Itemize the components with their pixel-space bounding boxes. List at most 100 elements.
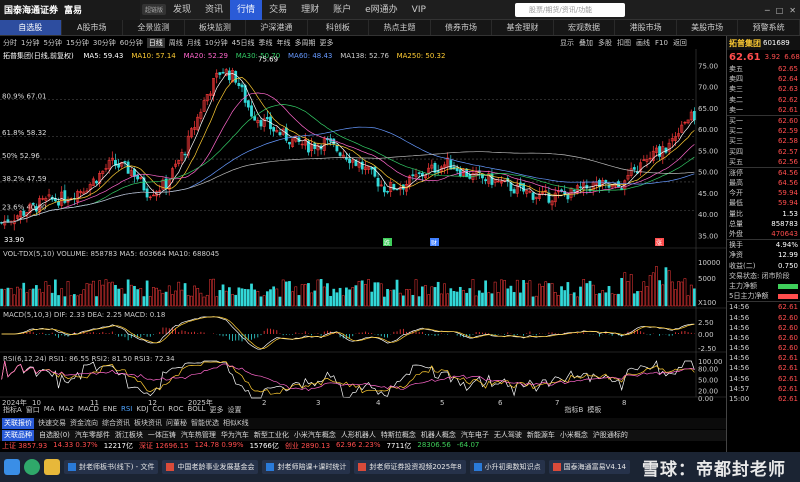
concept-item[interactable]: 小米概念 bbox=[560, 430, 588, 441]
edge-icon[interactable] bbox=[24, 459, 40, 475]
period-option[interactable]: 月线 bbox=[187, 38, 201, 48]
indicator-tab[interactable]: BOLL bbox=[188, 405, 206, 415]
indicator-tab[interactable]: ENE bbox=[103, 405, 117, 415]
bottom-tab[interactable]: 相似K线 bbox=[223, 418, 249, 429]
period-option[interactable]: 1分钟 bbox=[21, 38, 39, 48]
kline-chart[interactable]: 拓普集团(日线,前复权) MA5: 59.43 MA10: 57.14 MA20: 5… bbox=[0, 49, 726, 419]
market-tab[interactable]: 预警系统 bbox=[738, 20, 800, 35]
indicator-tab[interactable]: MACD bbox=[78, 405, 99, 415]
version-badge[interactable]: 超链版 bbox=[142, 4, 167, 15]
tool-button[interactable]: 显示 bbox=[560, 38, 574, 48]
concept-item[interactable]: 无人驾驶 bbox=[494, 430, 522, 441]
indicator-tab[interactable]: MA2 bbox=[59, 405, 74, 415]
concept-item[interactable]: 一体压铸 bbox=[148, 430, 176, 441]
search-input[interactable]: 股票/期货/资讯/功能 bbox=[515, 3, 625, 17]
market-tab[interactable]: 沪深港通 bbox=[246, 20, 308, 35]
period-option[interactable]: 季线 bbox=[259, 38, 273, 48]
concept-item[interactable]: 汽车电子 bbox=[461, 430, 489, 441]
taskbar-window[interactable]: 中国老龄事业发展基金会 bbox=[162, 460, 259, 474]
period-option[interactable]: 60分钟 bbox=[120, 38, 143, 48]
tool-button[interactable]: 叠加 bbox=[579, 38, 593, 48]
concept-item[interactable]: 关联品种 bbox=[2, 430, 34, 441]
bottom-tab[interactable]: 智能优选 bbox=[191, 418, 219, 429]
close-icon[interactable]: ✕ bbox=[789, 6, 796, 15]
minimize-icon[interactable]: ─ bbox=[765, 6, 770, 15]
concept-item[interactable]: 自选股(0) bbox=[39, 430, 70, 441]
bottom-tab[interactable]: 快速交易 bbox=[38, 418, 66, 429]
menu-item[interactable]: 资讯 bbox=[198, 0, 230, 20]
concept-item[interactable]: 沪股通标的 bbox=[593, 430, 628, 441]
maximize-icon[interactable]: □ bbox=[776, 6, 784, 15]
indicator-tab-right[interactable]: 模板 bbox=[587, 405, 601, 415]
period-option[interactable]: 周线 bbox=[169, 38, 183, 48]
indicator-tab[interactable]: ROC bbox=[168, 405, 183, 415]
ask-level-value: 62.65 bbox=[777, 65, 798, 73]
market-tab[interactable]: 港股市场 bbox=[615, 20, 677, 35]
tool-button[interactable]: 返回 bbox=[673, 38, 687, 48]
menu-item[interactable]: 发现 bbox=[166, 0, 198, 20]
period-option[interactable]: 分时 bbox=[3, 38, 17, 48]
indicator-tab[interactable]: CCI bbox=[152, 405, 164, 415]
market-tab[interactable]: 债券市场 bbox=[431, 20, 493, 35]
market-tab[interactable]: 板块监测 bbox=[185, 20, 247, 35]
taskbar-window[interactable]: 小升初奥数知识点 bbox=[469, 460, 545, 474]
market-tab[interactable]: A股市场 bbox=[62, 20, 124, 35]
menu-item[interactable]: 理财 bbox=[294, 0, 326, 20]
market-tab[interactable]: 美股市场 bbox=[677, 20, 739, 35]
concept-item[interactable]: 华为汽车 bbox=[221, 430, 249, 441]
market-tab[interactable]: 基金理财 bbox=[492, 20, 554, 35]
period-option[interactable]: 5分钟 bbox=[43, 38, 61, 48]
indicator-tab[interactable]: MA bbox=[44, 405, 55, 415]
indicator-tab[interactable]: 指标A bbox=[3, 405, 22, 415]
market-tab[interactable]: 科创板 bbox=[308, 20, 370, 35]
indicator-tab[interactable]: 更多 bbox=[210, 405, 224, 415]
indicator-tab[interactable]: KDJ bbox=[136, 405, 148, 415]
volume-bar bbox=[85, 283, 89, 307]
menu-item[interactable]: VIP bbox=[405, 0, 433, 20]
bottom-tab[interactable]: 资金流向 bbox=[70, 418, 98, 429]
period-option[interactable]: 30分钟 bbox=[93, 38, 116, 48]
bottom-tab[interactable]: 问董秘 bbox=[166, 418, 187, 429]
concept-item[interactable]: 特斯拉概念 bbox=[381, 430, 416, 441]
period-option[interactable]: 10分钟 bbox=[205, 38, 228, 48]
indicator-tab-right[interactable]: 指标B bbox=[565, 405, 584, 415]
concept-item[interactable]: 人形机器人 bbox=[341, 430, 376, 441]
market-tab[interactable]: 热点主题 bbox=[369, 20, 431, 35]
market-tab[interactable]: 全景监测 bbox=[123, 20, 185, 35]
taskbar-window[interactable]: 封老师证券投资视频2025年8 bbox=[354, 460, 466, 474]
period-option[interactable]: 多周期 bbox=[295, 38, 316, 48]
menu-item[interactable]: e网通办 bbox=[358, 0, 405, 20]
menu-item[interactable]: 账户 bbox=[326, 0, 358, 20]
taskbar-window[interactable]: 封老师板书(线下) - 文件 bbox=[64, 460, 159, 474]
taskbar-window[interactable]: 封老师陪课+课时统计 bbox=[262, 460, 351, 474]
concept-item[interactable]: 浙江板块 bbox=[115, 430, 143, 441]
concept-item[interactable]: 机器人概念 bbox=[421, 430, 456, 441]
tool-button[interactable]: 多股 bbox=[598, 38, 612, 48]
concept-item[interactable]: 汽车零部件 bbox=[75, 430, 110, 441]
bottom-tab[interactable]: 综合资讯 bbox=[102, 418, 130, 429]
concept-item[interactable]: 新型工业化 bbox=[254, 430, 289, 441]
market-tab[interactable]: 宏观数据 bbox=[554, 20, 616, 35]
concept-item[interactable]: 小米汽车概念 bbox=[294, 430, 336, 441]
start-icon[interactable] bbox=[4, 459, 20, 475]
concept-item[interactable]: 新能源车 bbox=[527, 430, 555, 441]
period-option[interactable]: 45日线 bbox=[232, 38, 255, 48]
indicator-tab[interactable]: RSI bbox=[121, 405, 132, 415]
tool-button[interactable]: 扣图 bbox=[617, 38, 631, 48]
period-option[interactable]: 日线 bbox=[146, 37, 165, 48]
concept-item[interactable]: 汽车热管理 bbox=[181, 430, 216, 441]
period-option[interactable]: 更多 bbox=[320, 38, 334, 48]
indicator-tab[interactable]: 设置 bbox=[228, 405, 242, 415]
indicator-tab[interactable]: 窗口 bbox=[26, 405, 40, 415]
period-option[interactable]: 年线 bbox=[277, 38, 291, 48]
menu-item[interactable]: 交易 bbox=[262, 0, 294, 20]
menu-item[interactable]: 行情 bbox=[230, 0, 263, 20]
period-option[interactable]: 15分钟 bbox=[66, 38, 89, 48]
market-tab[interactable]: 自选股 bbox=[0, 20, 62, 35]
bottom-tab[interactable]: 板块资讯 bbox=[134, 418, 162, 429]
tool-button[interactable]: 画线 bbox=[636, 38, 650, 48]
taskbar-window[interactable]: 国泰海通富易V4.14 bbox=[548, 460, 630, 474]
folder-icon[interactable] bbox=[44, 459, 60, 475]
bottom-tab[interactable]: 关联报价 bbox=[2, 418, 34, 429]
tool-button[interactable]: F10 bbox=[655, 39, 668, 47]
